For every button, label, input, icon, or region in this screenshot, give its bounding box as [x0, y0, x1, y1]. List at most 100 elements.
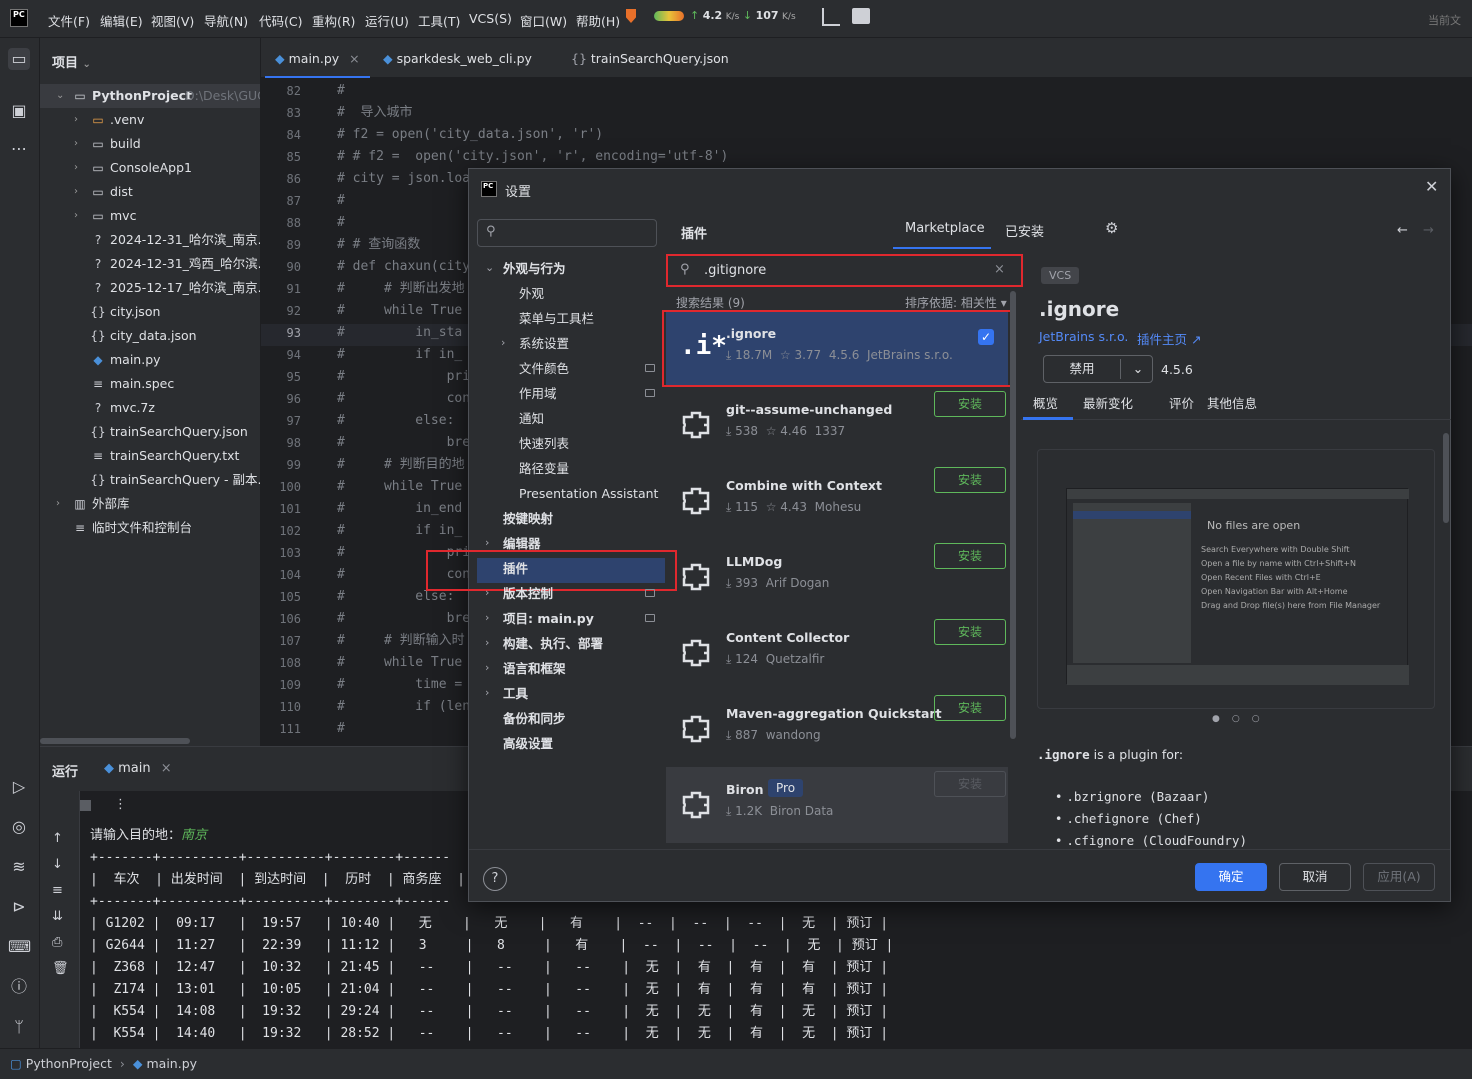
menu-tools[interactable]: 工具(T)	[418, 11, 460, 30]
arrow-up-icon[interactable]: ↑	[52, 831, 63, 846]
detail-vendor-link[interactable]: JetBrains s.r.o.	[1039, 329, 1128, 344]
project-header[interactable]: 项目 ⌄	[52, 52, 91, 71]
nav-item-appearance-children-2[interactable]: 系统设置	[519, 331, 569, 356]
nav-item-project[interactable]: 项目: main.py	[503, 606, 594, 631]
nav-item-appearance-children-5[interactable]: 通知	[519, 406, 544, 431]
settings-search-input[interactable]: ⚲	[477, 219, 657, 247]
chevron-right-icon[interactable]: ›	[485, 636, 489, 649]
tab-trainsearchquery[interactable]: {} trainSearchQuery.json	[561, 38, 739, 78]
plugin-card[interactable]: Content Collector ⤓ 124 Quetzalfir 安装	[666, 615, 1008, 691]
tree-item[interactable]: ≡ trainSearchQuery.txt	[40, 444, 260, 468]
more-icon[interactable]: ⋯	[8, 138, 30, 160]
menu-run[interactable]: 运行(U)	[365, 11, 409, 30]
tab-main-py[interactable]: ◆ main.py ×	[265, 38, 370, 78]
plugin-list-scrollbar[interactable]	[1010, 291, 1016, 739]
soft-wrap-icon[interactable]: ≡	[52, 883, 63, 898]
plugin-card[interactable]: Maven-aggregation Quickstart ⤓ 887 wandon…	[666, 691, 1008, 767]
problems-icon[interactable]: ⓘ	[8, 976, 30, 998]
nav-item-appearance-children-3[interactable]: 文件颜色	[519, 356, 569, 381]
structure-icon[interactable]: ▣	[8, 100, 30, 122]
disable-button[interactable]: 禁用 ⌄	[1043, 355, 1153, 383]
nav-item-editor[interactable]: 编辑器	[503, 531, 541, 556]
detail-homepage-link[interactable]: 插件主页 ↗	[1137, 329, 1201, 348]
back-arrow-icon[interactable]: ←	[1397, 223, 1408, 238]
python-console-icon[interactable]: ◎	[8, 816, 30, 838]
tab-sparkdesk[interactable]: ◆ sparkdesk_web_cli.py	[373, 38, 542, 78]
sort-dropdown[interactable]: 排序依据: 相关性 ▾	[905, 294, 1007, 311]
chevron-right-icon[interactable]: ›	[485, 586, 489, 599]
nav-item-vcs[interactable]: 版本控制	[503, 581, 553, 606]
detail-tab[interactable]: 评价	[1169, 393, 1194, 412]
tree-item[interactable]: {} trainSearchQuery.json	[40, 420, 260, 444]
close-icon[interactable]: ×	[161, 761, 172, 776]
menu-view[interactable]: 视图(V)	[151, 11, 194, 30]
install-button[interactable]: 安装	[934, 391, 1006, 417]
git-icon[interactable]: ᛘ	[8, 1016, 30, 1038]
ok-button[interactable]: 确定	[1195, 863, 1267, 891]
folder-icon[interactable]: ▭	[8, 48, 30, 70]
install-button[interactable]: 安装	[934, 771, 1006, 797]
screenshot-icon[interactable]	[822, 8, 840, 26]
tree-item[interactable]: › ▭ .venv	[40, 108, 260, 132]
close-icon[interactable]: ×	[349, 51, 359, 66]
nav-item-appearance-children-8[interactable]: Presentation Assistant	[519, 481, 658, 506]
detail-tab[interactable]: 其他信息	[1207, 393, 1257, 412]
nav-item-appearance[interactable]: 外观与行为	[503, 256, 566, 281]
apply-button[interactable]: 应用(A)	[1363, 863, 1435, 891]
tree-item[interactable]: › ▭ ConsoleApp1	[40, 156, 260, 180]
tree-external-libs[interactable]: › ▥ 外部库	[40, 492, 260, 516]
services-icon[interactable]: ⊳	[8, 896, 30, 918]
nav-item-tools[interactable]: 工具	[503, 681, 528, 706]
nav-item-keymap[interactable]: 按键映射	[503, 506, 553, 531]
chevron-down-icon[interactable]: ⌄	[485, 261, 494, 274]
nav-item-backup[interactable]: 备份和同步	[503, 706, 566, 731]
plugin-card[interactable]: Biron Pro ⤓ 1.2K Biron Data 安装	[666, 767, 1008, 843]
forward-arrow-icon[interactable]: →	[1423, 223, 1434, 238]
tree-scratches[interactable]: ≡ 临时文件和控制台	[40, 516, 260, 540]
nav-item-appearance-children-4[interactable]: 作用域	[519, 381, 557, 406]
tree-item[interactable]: ◆ main.py	[40, 348, 260, 372]
nav-item-plugins[interactable]: 插件	[503, 556, 528, 581]
chevron-right-icon[interactable]: ›	[485, 686, 489, 699]
tab-installed[interactable]: 已安装	[1005, 221, 1044, 240]
trash-icon[interactable]: 🗑	[52, 961, 69, 976]
scroll-to-end-icon[interactable]: ⇊	[52, 909, 63, 924]
install-button[interactable]: 安装	[934, 543, 1006, 569]
horizontal-scrollbar[interactable]	[40, 738, 190, 744]
tree-item[interactable]: › ▭ build	[40, 132, 260, 156]
plugin-card[interactable]: Combine with Context ⤓ 115 ☆ 4.43 Mohesu 安…	[666, 463, 1008, 539]
tree-item[interactable]: › ▭ dist	[40, 180, 260, 204]
plugin-card[interactable]: git--assume-unchanged ⤓ 538 ☆ 4.46 1337 安装	[666, 387, 1008, 463]
tree-item[interactable]: › ▭ mvc	[40, 204, 260, 228]
nav-item-appearance-children-0[interactable]: 外观	[519, 281, 544, 306]
menu-refactor[interactable]: 重构(R)	[312, 11, 355, 30]
nav-item-appearance-children-1[interactable]: 菜单与工具栏	[519, 306, 594, 331]
carousel-dots[interactable]: ●○○	[1212, 714, 1272, 724]
run-config-tab[interactable]: ◆ main ×	[104, 761, 172, 776]
tree-item[interactable]: ? 2025-12-17_哈尔滨_南京.xl	[40, 276, 260, 300]
help-button[interactable]: ?	[483, 867, 507, 891]
tree-item[interactable]: ? 2024-12-31_哈尔滨_南京.xl	[40, 228, 260, 252]
install-button[interactable]: 安装	[934, 695, 1006, 721]
plugin-card[interactable]: LLMDog ⤓ 393 Arif Dogan 安装	[666, 539, 1008, 615]
chevron-right-icon[interactable]: ›	[485, 611, 489, 624]
arrow-down-icon[interactable]: ↓	[52, 857, 63, 872]
chevron-right-icon[interactable]: ›	[485, 536, 489, 549]
tree-item[interactable]: ≡ main.spec	[40, 372, 260, 396]
detail-scrollbar[interactable]	[1443, 433, 1449, 523]
detail-tab[interactable]: 最新变化	[1083, 393, 1133, 412]
menu-navigate[interactable]: 导航(N)	[204, 11, 248, 30]
menu-code[interactable]: 代码(C)	[259, 11, 302, 30]
camera-icon[interactable]	[852, 8, 870, 24]
layers-icon[interactable]: ≋	[8, 856, 30, 878]
menu-window[interactable]: 窗口(W)	[520, 11, 567, 30]
tab-marketplace[interactable]: Marketplace	[905, 221, 985, 236]
menu-file[interactable]: 文件(F)	[48, 11, 90, 30]
nav-item-appearance-children-6[interactable]: 快速列表	[519, 431, 569, 456]
gear-icon[interactable]: ⚙	[1105, 219, 1118, 237]
install-button[interactable]: 安装	[934, 467, 1006, 493]
chevron-right-icon[interactable]: ›	[485, 661, 489, 674]
tree-item[interactable]: {} city_data.json	[40, 324, 260, 348]
print-icon[interactable]: ⎙	[52, 935, 62, 950]
tree-item[interactable]: ? 2024-12-31_鸡西_哈尔滨.xl	[40, 252, 260, 276]
